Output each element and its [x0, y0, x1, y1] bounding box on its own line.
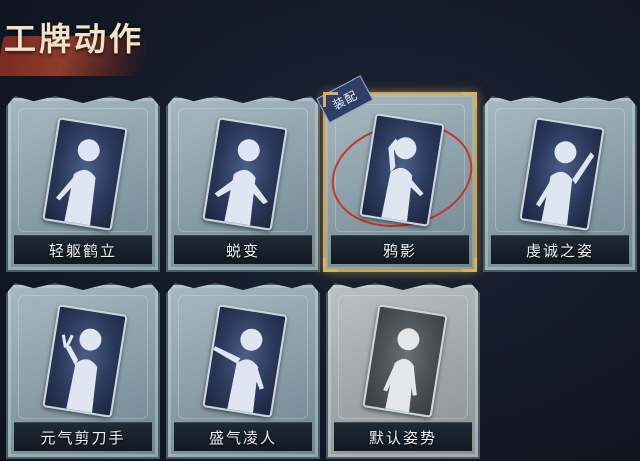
corner-ornament	[462, 92, 477, 107]
card-label-bar: 元气剪刀手	[14, 422, 152, 451]
card-label: 元气剪刀手	[40, 428, 126, 447]
pose-silhouette-icon	[55, 139, 100, 226]
card-label: 蜕变	[225, 241, 260, 260]
pose-card-1[interactable]: 轻躯鹤立	[6, 96, 160, 272]
card-label: 鸦影	[382, 241, 417, 260]
pose-card-7[interactable]: 默认姿势	[326, 283, 480, 459]
pose-card-3[interactable]: 装配 鸦影	[316, 75, 483, 272]
pose-card-2[interactable]: 蜕变	[166, 96, 320, 272]
card-label: 盛气凌人	[208, 428, 277, 447]
pose-silhouette-icon	[535, 141, 595, 226]
card-label: 虔诚之姿	[525, 241, 594, 260]
card-label-bar: 盛气凌人	[174, 422, 312, 451]
pose-card-6[interactable]: 盛气凌人	[166, 283, 320, 459]
card-label: 轻躯鹤立	[48, 241, 117, 260]
card-label-bar: 轻躯鹤立	[14, 235, 152, 264]
page-header: 工牌动作	[0, 14, 150, 76]
pose-card-5[interactable]: 元气剪刀手	[6, 283, 160, 459]
card-label-bar: 蜕变	[174, 235, 312, 264]
pose-silhouette-icon	[381, 137, 424, 222]
card-label-bar: 默认姿势	[334, 422, 472, 451]
pose-silhouette-icon	[214, 139, 268, 226]
pose-silhouette-icon	[383, 328, 420, 413]
card-label: 默认姿势	[368, 428, 437, 447]
page-title: 工牌动作	[4, 20, 145, 58]
corner-ornament	[323, 92, 338, 107]
pose-silhouette-icon	[213, 328, 264, 413]
pose-card-4[interactable]: 虔诚之姿	[483, 96, 637, 272]
card-label-bar: 鸦影	[331, 235, 469, 264]
card-label-bar: 虔诚之姿	[491, 235, 629, 264]
pose-silhouette-icon	[61, 328, 102, 413]
